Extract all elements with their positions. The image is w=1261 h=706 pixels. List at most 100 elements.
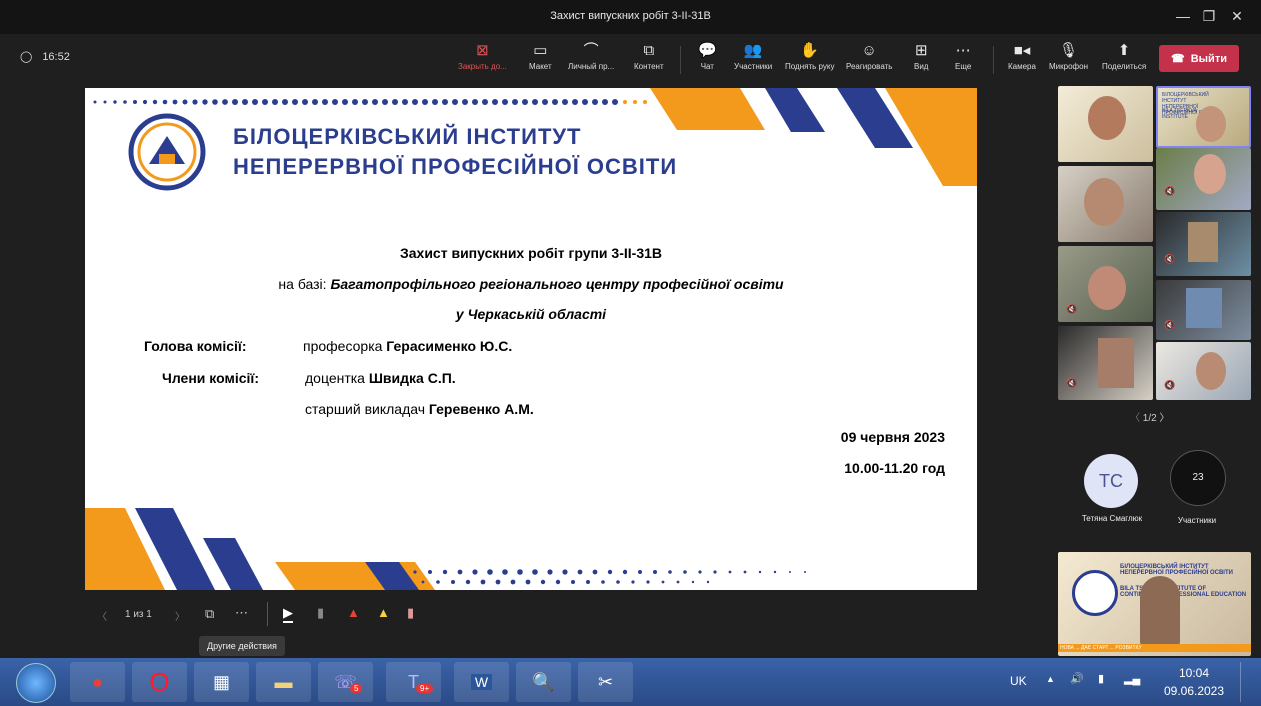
word-taskbar-icon[interactable]: W: [454, 662, 509, 702]
controls-divider: [267, 602, 268, 626]
participant-tile[interactable]: 🔇: [1156, 212, 1251, 276]
share-content-icon: ⧉: [643, 42, 655, 59]
volume-icon[interactable]: 🔊: [1070, 672, 1084, 685]
member1-line: доцентка Швидка С.П.: [305, 370, 456, 386]
member2-role: старший викладач: [305, 401, 429, 417]
next-slide-icon[interactable]: 〉: [175, 608, 185, 623]
participant-tile[interactable]: 🔇: [1156, 342, 1251, 400]
pen-gray-icon[interactable]: ▮: [317, 605, 324, 621]
ellipsis-icon: ⋯: [955, 42, 971, 59]
member2-line: старший викладач Геревенко А.М.: [305, 401, 534, 417]
language-indicator[interactable]: UK: [1010, 674, 1027, 688]
more-actions-tooltip: Другие действия: [199, 636, 285, 656]
clock-date[interactable]: 09.06.2023: [1156, 684, 1232, 698]
broadcast-icon: ⌒: [583, 42, 599, 59]
camera-button[interactable]: ■◂ Камера: [1008, 40, 1036, 80]
personal-label: Личный пр...: [568, 62, 615, 71]
hand-icon: ✋: [800, 42, 820, 59]
leave-label: Выйти: [1190, 52, 1227, 65]
slides-grid-icon[interactable]: ⧉: [205, 606, 214, 622]
mic-muted-icon: 🔇: [1164, 254, 1176, 264]
timer-text: 16:52: [42, 50, 70, 63]
close-content-button[interactable]: ⊠ Закрыть до...: [458, 40, 507, 80]
chrome-taskbar-icon[interactable]: ●: [70, 662, 125, 702]
mic-muted-icon: 🔇: [1066, 304, 1078, 314]
eraser-icon[interactable]: ▮: [407, 605, 414, 621]
mic-button[interactable]: 🎙 Микрофон: [1049, 40, 1088, 80]
react-button[interactable]: ☺ Реагировать: [846, 40, 892, 80]
camera-icon: ■◂: [1013, 42, 1031, 59]
snipping-tool-taskbar-icon[interactable]: ✂: [578, 662, 633, 702]
participant-tile[interactable]: 🔇: [1156, 280, 1251, 340]
mic-muted-icon: 🔇: [1164, 380, 1176, 390]
start-button-icon[interactable]: [16, 663, 56, 703]
network-signal-icon[interactable]: ▂▄: [1124, 672, 1140, 685]
teams-taskbar-icon[interactable]: T 9+: [386, 662, 441, 702]
avatar[interactable]: TC: [1084, 454, 1138, 508]
mic-muted-icon: 🔇: [1164, 320, 1176, 330]
presentation-slide: БІЛОЦЕРКІВСЬКИЙ ІНСТИТУТ НЕПЕРЕРВНОЇ ПРО…: [85, 88, 977, 590]
chat-button[interactable]: 💬 Чат: [698, 40, 717, 80]
personal-mode-button[interactable]: ⌒ Личный пр...: [568, 40, 614, 80]
speaker-logo-text: БІЛОЦЕРКІВСЬКИЙ ІНСТИТУТ НЕПЕРЕРВНОЇ ПРО…: [1120, 564, 1233, 576]
members-label: Члени комісії:: [162, 370, 259, 386]
participants-count-badge[interactable]: 23: [1170, 450, 1226, 506]
chat-label: Чат: [700, 62, 714, 71]
institute-name-line2: НЕПЕРЕРВНОЇ ПРОФЕСІЙНОЇ ОСВІТИ: [233, 154, 678, 179]
pointer-tool-icon[interactable]: ▶: [283, 605, 293, 623]
participant-tile-active[interactable]: БІЛОЦЕРКІВСЬКИЙ ІНСТИТУТ НЕПЕРЕРВНОЇ ПРО…: [1156, 86, 1251, 148]
participant-tile[interactable]: 🔇: [1058, 326, 1153, 400]
participant-video: [1088, 266, 1126, 310]
active-speaker-tile[interactable]: БІЛОЦЕРКІВСЬКИЙ ІНСТИТУТ НЕПЕРЕРВНОЇ ПРО…: [1058, 552, 1251, 656]
meeting-toolbar: ◯ 16:52 ⊠ Закрыть до... ▭ Макет ⌒ Личный…: [0, 34, 1261, 84]
chair-role: професорка: [303, 338, 387, 354]
magnifier-taskbar-icon[interactable]: 🔍: [516, 662, 571, 702]
raise-hand-button[interactable]: ✋ Поднять руку: [785, 40, 834, 80]
maximize-icon[interactable]: ❐: [1198, 6, 1220, 26]
more-actions-icon[interactable]: ⋯: [235, 605, 248, 621]
layout-button[interactable]: ▭ Макет: [529, 40, 552, 80]
institute-name-line1: БІЛОЦЕРКІВСЬКИЙ ІНСТИТУТ: [233, 124, 582, 149]
participants-button[interactable]: 👥 Участники: [734, 40, 772, 80]
pen-red-icon[interactable]: ▲: [347, 605, 360, 620]
share-button[interactable]: ⬆ Поделиться: [1102, 40, 1146, 80]
participant-video: [1188, 222, 1218, 262]
title-bar: Захист випускних робіт 3-ІІ-31В — ❐ ✕: [0, 0, 1261, 34]
clock-time[interactable]: 10:04: [1156, 666, 1232, 680]
show-desktop-button[interactable]: [1240, 662, 1255, 702]
gallery-pager[interactable]: 〈 1/2 〉: [1130, 409, 1169, 424]
participant-tile[interactable]: 🔇: [1058, 246, 1153, 322]
camera-label: Камера: [1008, 62, 1036, 71]
chevron-right-icon[interactable]: 〉: [1159, 413, 1169, 424]
participant-tile[interactable]: 🔇: [1156, 148, 1251, 210]
power-icon[interactable]: ▮: [1098, 672, 1104, 685]
highlighter-icon[interactable]: ▲: [377, 605, 390, 620]
participant-tile[interactable]: [1058, 166, 1153, 242]
more-button[interactable]: ⋯ Еще: [955, 40, 971, 80]
file-explorer-taskbar-icon[interactable]: ▬: [256, 662, 311, 702]
institute-logo: [1072, 570, 1118, 616]
page-indicator: 1 из 1: [125, 609, 152, 620]
video-gallery: БІЛОЦЕРКІВСЬКИЙ ІНСТИТУТ НЕПЕРЕРВНОЇ ПРО…: [1052, 84, 1261, 658]
windows-taskbar: ● O ▦ ▬ ☏ 5 T 9+ W 🔍 ✂ UK ▲ 🔊 ▮ ▂▄ 10:04…: [0, 658, 1261, 706]
content-label: Контент: [634, 62, 664, 71]
shield-icon: ◯: [20, 51, 33, 63]
participant-tile[interactable]: [1058, 86, 1153, 162]
institute-logo: [128, 113, 206, 191]
slide-region: у Черкаській області: [455, 306, 607, 322]
view-button[interactable]: ⊞ Вид: [914, 40, 928, 80]
prev-slide-icon[interactable]: 〈: [97, 608, 107, 623]
close-icon[interactable]: ✕: [1226, 6, 1248, 26]
tray-expand-icon[interactable]: ▲: [1046, 674, 1055, 684]
microphone-icon: 🎙: [1058, 42, 1079, 59]
more-label: Еще: [955, 62, 972, 71]
speaker-banner: НОВА ... ДАЄ СТАРТ ... РОЗВИТКУ: [1058, 644, 1251, 652]
leave-button[interactable]: ☎ Выйти: [1159, 45, 1239, 72]
opera-taskbar-icon[interactable]: O: [132, 662, 187, 702]
chevron-left-icon[interactable]: 〈: [1130, 413, 1140, 424]
slide-date: 09 червня 2023: [840, 429, 945, 445]
content-button[interactable]: ⧉ Контент: [634, 40, 664, 80]
calculator-taskbar-icon[interactable]: ▦: [194, 662, 249, 702]
viber-taskbar-icon[interactable]: ☏ 5: [318, 662, 373, 702]
minimize-icon[interactable]: —: [1172, 6, 1194, 26]
